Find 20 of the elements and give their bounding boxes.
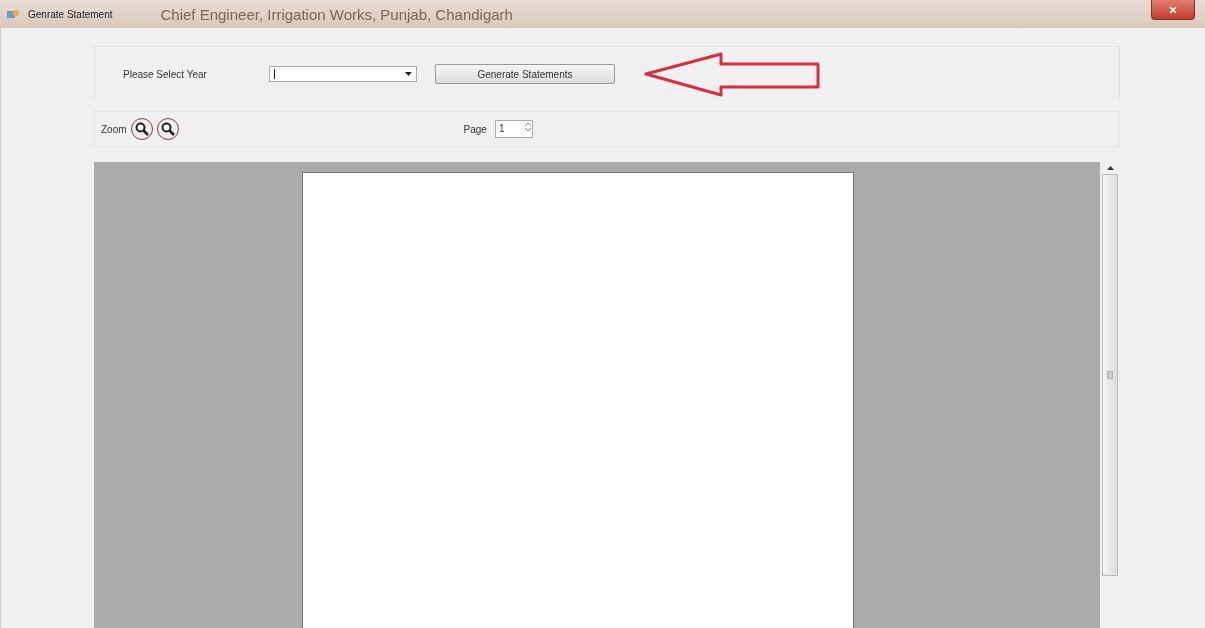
app-icon <box>6 8 20 20</box>
scrollbar-thumb[interactable] <box>1102 174 1118 576</box>
window-title: Genrate Statement <box>28 8 113 20</box>
page-number: 1 <box>497 122 506 136</box>
page-spinner[interactable]: 1 <box>494 120 533 138</box>
year-label: Please Select Year <box>123 68 208 80</box>
generate-statements-button[interactable]: Generate Statements <box>435 64 615 84</box>
dropdown-arrow-icon <box>405 72 412 76</box>
scroll-up-icon[interactable] <box>1106 166 1114 170</box>
zoom-in-button[interactable] <box>130 118 153 140</box>
grip-icon <box>1107 371 1113 379</box>
close-icon <box>1168 5 1178 14</box>
close-button[interactable] <box>1151 0 1195 20</box>
page-label: Page <box>463 123 487 135</box>
magnifier-icon <box>160 122 175 136</box>
zoom-out-button[interactable] <box>156 118 179 140</box>
magnifier-icon <box>134 122 149 136</box>
background-window-title: Chief Engineer, Irrigation Works, Punjab, Chandigarh <box>160 5 513 23</box>
zoom-label: Zoom <box>101 123 127 135</box>
spinner-arrows-icon <box>523 121 532 133</box>
